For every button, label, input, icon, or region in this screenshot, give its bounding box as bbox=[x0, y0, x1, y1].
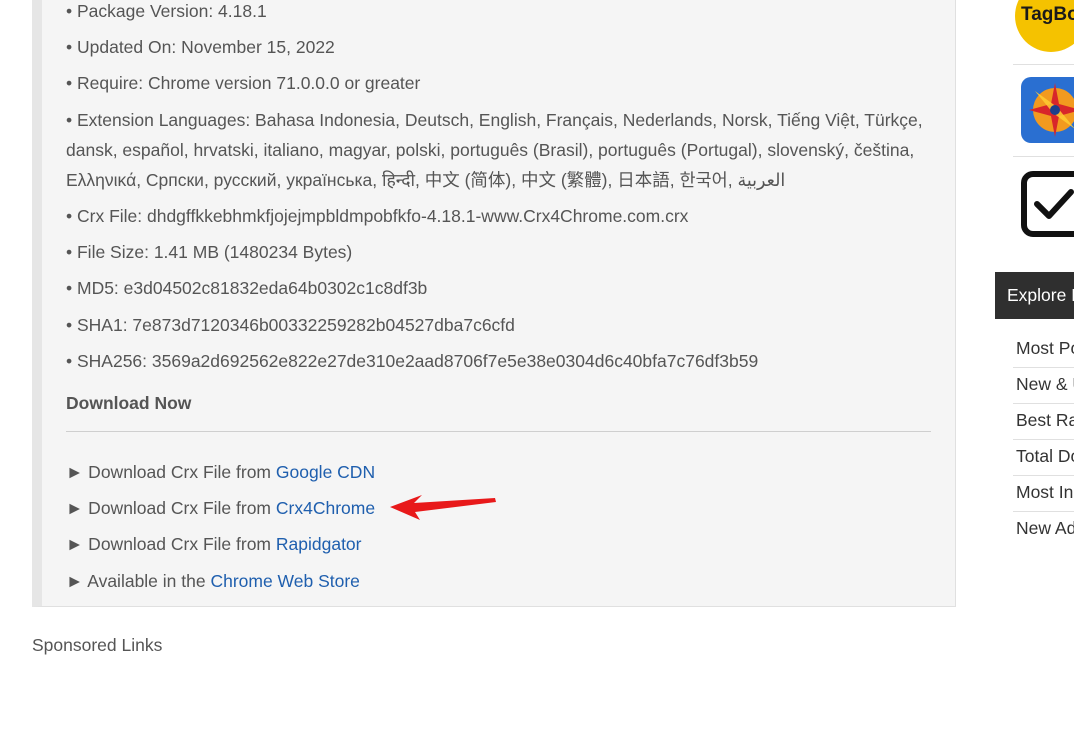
download-row-web-store: ► Available in the Chrome Web Store bbox=[66, 568, 360, 594]
download-row-prefix: ► Available in the bbox=[66, 571, 211, 591]
divider bbox=[66, 431, 931, 432]
compass-star-app-icon[interactable] bbox=[1021, 77, 1074, 143]
explore-item-total-downloads[interactable]: Total Do bbox=[1013, 440, 1074, 476]
red-arrow-annotation bbox=[390, 495, 496, 520]
package-version: • Package Version: 4.18.1 bbox=[66, 1, 267, 21]
tagbox-app-icon[interactable]: TagBo bbox=[1015, 0, 1074, 52]
checkbox-app-icon[interactable] bbox=[1021, 170, 1074, 238]
download-row-prefix: ► Download Crx File from bbox=[66, 498, 276, 518]
explore-list: Most Po New & U Best Ra Total Do Most In… bbox=[1013, 332, 1074, 548]
file-size: • File Size: 1.41 MB (1480234 Bytes) bbox=[66, 242, 353, 262]
download-row-rapidgator: ► Download Crx File from Rapidgator bbox=[66, 531, 362, 557]
crx-file-name: • Crx File: dhdgffkkebhmkfjojejmpbldmpob… bbox=[66, 206, 689, 226]
download-row-crx4chrome: ► Download Crx File from Crx4Chrome bbox=[66, 495, 375, 521]
explore-section-header: Explore E bbox=[995, 272, 1074, 319]
rapidgator-link[interactable]: Rapidgator bbox=[276, 534, 362, 554]
download-row-prefix: ► Download Crx File from bbox=[66, 462, 276, 482]
sidebar-separator bbox=[1013, 156, 1074, 157]
sponsored-links-label: Sponsored Links bbox=[32, 635, 163, 655]
sidebar-separator bbox=[1013, 64, 1074, 65]
download-row-google-cdn: ► Download Crx File from Google CDN bbox=[66, 459, 375, 485]
chrome-web-store-link[interactable]: Chrome Web Store bbox=[210, 571, 359, 591]
updated-on: • Updated On: November 15, 2022 bbox=[66, 37, 335, 57]
download-row-prefix: ► Download Crx File from bbox=[66, 534, 276, 554]
explore-item-new-updated[interactable]: New & U bbox=[1013, 368, 1074, 404]
explore-item-best-rated[interactable]: Best Ra bbox=[1013, 404, 1074, 440]
chrome-requirement: • Require: Chrome version 71.0.0.0 or gr… bbox=[66, 73, 421, 93]
crx4chrome-link[interactable]: Crx4Chrome bbox=[276, 498, 375, 518]
sha1-hash: • SHA1: 7e873d7120346b00332259282b04527d… bbox=[66, 315, 515, 335]
md5-hash: • MD5: e3d04502c81832eda64b0302c1c8df3b bbox=[66, 278, 428, 298]
tagbox-icon-text: TagBo bbox=[1021, 4, 1074, 25]
sha256-hash: • SHA256: 3569a2d692562e822e27de310e2aad… bbox=[66, 351, 759, 371]
download-now-heading: Download Now bbox=[66, 393, 192, 413]
google-cdn-link[interactable]: Google CDN bbox=[276, 462, 375, 482]
explore-item-new-added[interactable]: New Ad bbox=[1013, 512, 1074, 548]
extension-languages: • Extension Languages: Bahasa Indonesia,… bbox=[66, 110, 923, 190]
explore-item-most-installed[interactable]: Most In bbox=[1013, 476, 1074, 512]
explore-item-most-popular[interactable]: Most Po bbox=[1013, 332, 1074, 368]
